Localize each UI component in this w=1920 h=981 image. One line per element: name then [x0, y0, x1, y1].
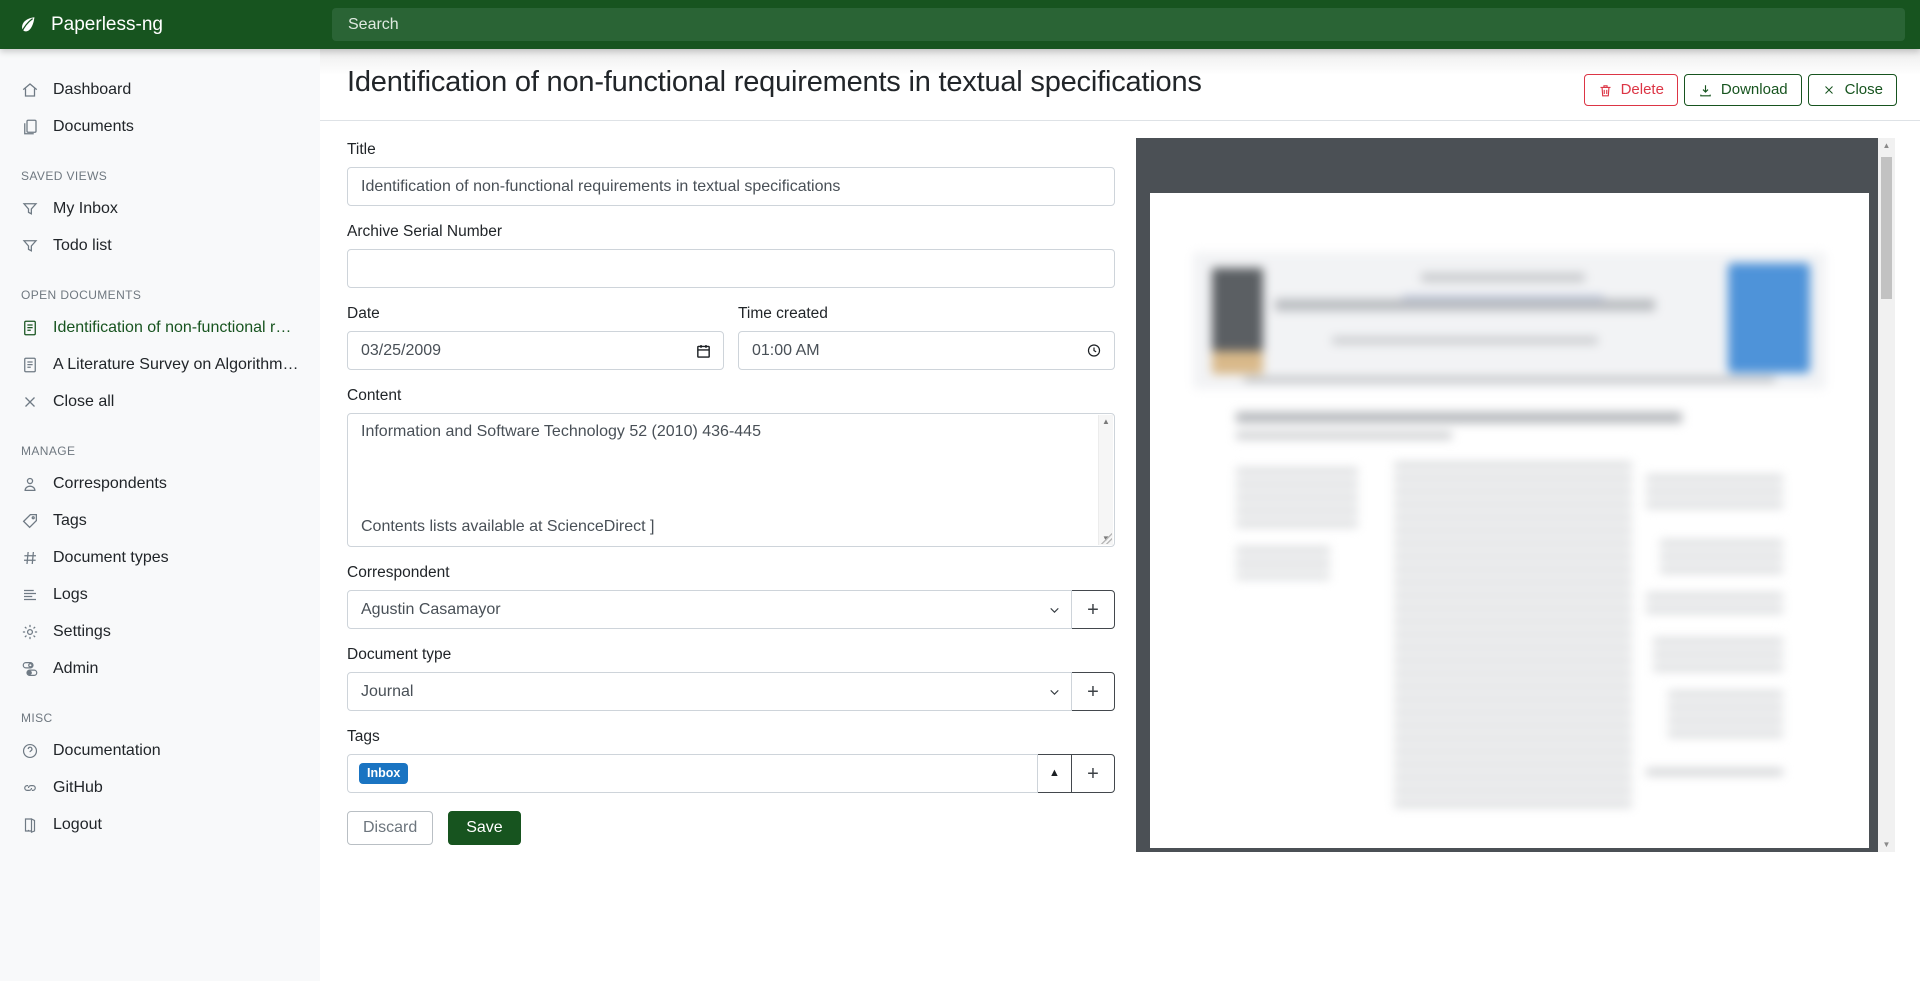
content-label: Content — [347, 387, 1115, 405]
scroll-up-icon[interactable]: ▲ — [1102, 417, 1110, 426]
title-input[interactable] — [347, 167, 1115, 206]
download-button[interactable]: Download — [1684, 74, 1802, 106]
section-manage: Manage — [21, 444, 299, 458]
section-open-documents: Open documents — [21, 288, 299, 302]
sidebar-item-my-inbox[interactable]: My Inbox — [0, 190, 320, 227]
time-created-label: Time created — [738, 305, 1115, 323]
content-line-2: Contents lists available at ScienceDirec… — [361, 518, 1090, 536]
preview-scroll-thumb[interactable] — [1881, 157, 1892, 299]
pdf-preview-pane[interactable] — [1136, 138, 1878, 852]
date-label: Date — [347, 305, 724, 323]
close-icon — [1822, 83, 1837, 98]
sidebar-item-document-types[interactable]: Document types — [0, 539, 320, 576]
asn-input[interactable] — [347, 249, 1115, 288]
time-created-input[interactable] — [738, 331, 1115, 370]
tags-collapse-button[interactable]: ▲ — [1037, 754, 1072, 793]
leaf-logo-icon — [17, 14, 39, 36]
sidebar-item-todo-list[interactable]: Todo list — [0, 227, 320, 264]
documents-icon — [21, 118, 39, 136]
question-circle-icon — [21, 742, 39, 760]
save-button[interactable]: Save — [448, 811, 520, 845]
caret-up-icon: ▲ — [1049, 768, 1060, 779]
add-tag-button[interactable]: + — [1071, 754, 1115, 793]
section-saved-views: Saved views — [21, 169, 299, 183]
correspondent-select[interactable]: Agustin Casamayor — [347, 590, 1072, 629]
top-navbar: Paperless-ng — [0, 0, 1920, 49]
sidebar-open-doc-1[interactable]: Identification of non-functional require… — [0, 309, 320, 346]
pdf-page-blurred-content — [1150, 193, 1869, 848]
sidebar-item-logs[interactable]: Logs — [0, 576, 320, 613]
sidebar-item-tags[interactable]: Tags — [0, 502, 320, 539]
logout-door-icon — [21, 816, 39, 834]
link-icon — [21, 779, 39, 797]
sidebar-close-all[interactable]: Close all — [0, 383, 320, 420]
file-text-icon — [21, 319, 39, 337]
delete-button[interactable]: Delete — [1584, 74, 1678, 106]
sidebar-open-doc-2[interactable]: A Literature Survey on Algorithms for Mu… — [0, 346, 320, 383]
tags-label: Tags — [347, 728, 1115, 746]
add-document-type-button[interactable]: + — [1071, 672, 1115, 711]
trash-icon — [1598, 83, 1613, 98]
preview-scrollbar[interactable]: ▲ ▼ — [1878, 138, 1895, 852]
asn-label: Archive Serial Number — [347, 223, 1115, 241]
document-type-select[interactable]: Journal — [347, 672, 1072, 711]
chevron-down-icon — [1048, 603, 1061, 616]
content-scrollbar[interactable]: ▲ ▼ — [1098, 415, 1113, 545]
correspondent-label: Correspondent — [347, 564, 1115, 582]
document-type-label: Document type — [347, 646, 1115, 664]
sidebar-item-dashboard[interactable]: Dashboard — [0, 71, 320, 108]
section-misc: Misc — [21, 711, 299, 725]
download-icon — [1698, 83, 1713, 98]
close-button[interactable]: Close — [1808, 74, 1897, 106]
document-edit-form: Title Archive Serial Number Date Time cr… — [347, 141, 1115, 845]
scroll-up-icon[interactable]: ▲ — [1878, 141, 1895, 150]
tags-input[interactable]: Inbox — [347, 754, 1038, 793]
file-text-icon — [21, 356, 39, 374]
title-label: Title — [347, 141, 1115, 159]
content-line-1: Information and Software Technology 52 (… — [361, 423, 1090, 441]
close-icon — [21, 393, 39, 411]
scroll-down-icon[interactable]: ▼ — [1878, 840, 1895, 849]
chevron-down-icon — [1048, 685, 1061, 698]
sidebar-item-github[interactable]: GitHub — [0, 769, 320, 806]
page-title: Identification of non-functional require… — [347, 66, 1584, 99]
sidebar-item-documentation[interactable]: Documentation — [0, 732, 320, 769]
hash-icon — [21, 549, 39, 567]
person-icon — [21, 475, 39, 493]
resize-grip[interactable] — [1101, 533, 1112, 544]
brand-name: Paperless-ng — [51, 14, 163, 36]
date-input[interactable] — [347, 331, 724, 370]
tag-icon — [21, 512, 39, 530]
sidebar-item-admin[interactable]: Admin — [0, 650, 320, 687]
tag-badge-inbox[interactable]: Inbox — [359, 763, 408, 784]
sidebar: Dashboard Documents Saved views My Inbox… — [0, 49, 320, 981]
filter-icon — [21, 200, 39, 218]
pdf-page — [1150, 193, 1869, 848]
sidebar-item-logout[interactable]: Logout — [0, 806, 320, 843]
filter-icon — [21, 237, 39, 255]
sidebar-item-correspondents[interactable]: Correspondents — [0, 465, 320, 502]
house-icon — [21, 81, 39, 99]
list-icon — [21, 586, 39, 604]
search-input[interactable] — [332, 8, 1905, 41]
brand[interactable]: Paperless-ng — [0, 0, 320, 49]
toggles-icon — [21, 660, 39, 678]
sidebar-item-documents[interactable]: Documents — [0, 108, 320, 145]
sidebar-item-settings[interactable]: Settings — [0, 613, 320, 650]
content-textarea[interactable]: Information and Software Technology 52 (… — [347, 413, 1115, 547]
discard-button[interactable]: Discard — [347, 811, 433, 845]
add-correspondent-button[interactable]: + — [1071, 590, 1115, 629]
gear-icon — [21, 623, 39, 641]
header-divider — [320, 120, 1920, 121]
